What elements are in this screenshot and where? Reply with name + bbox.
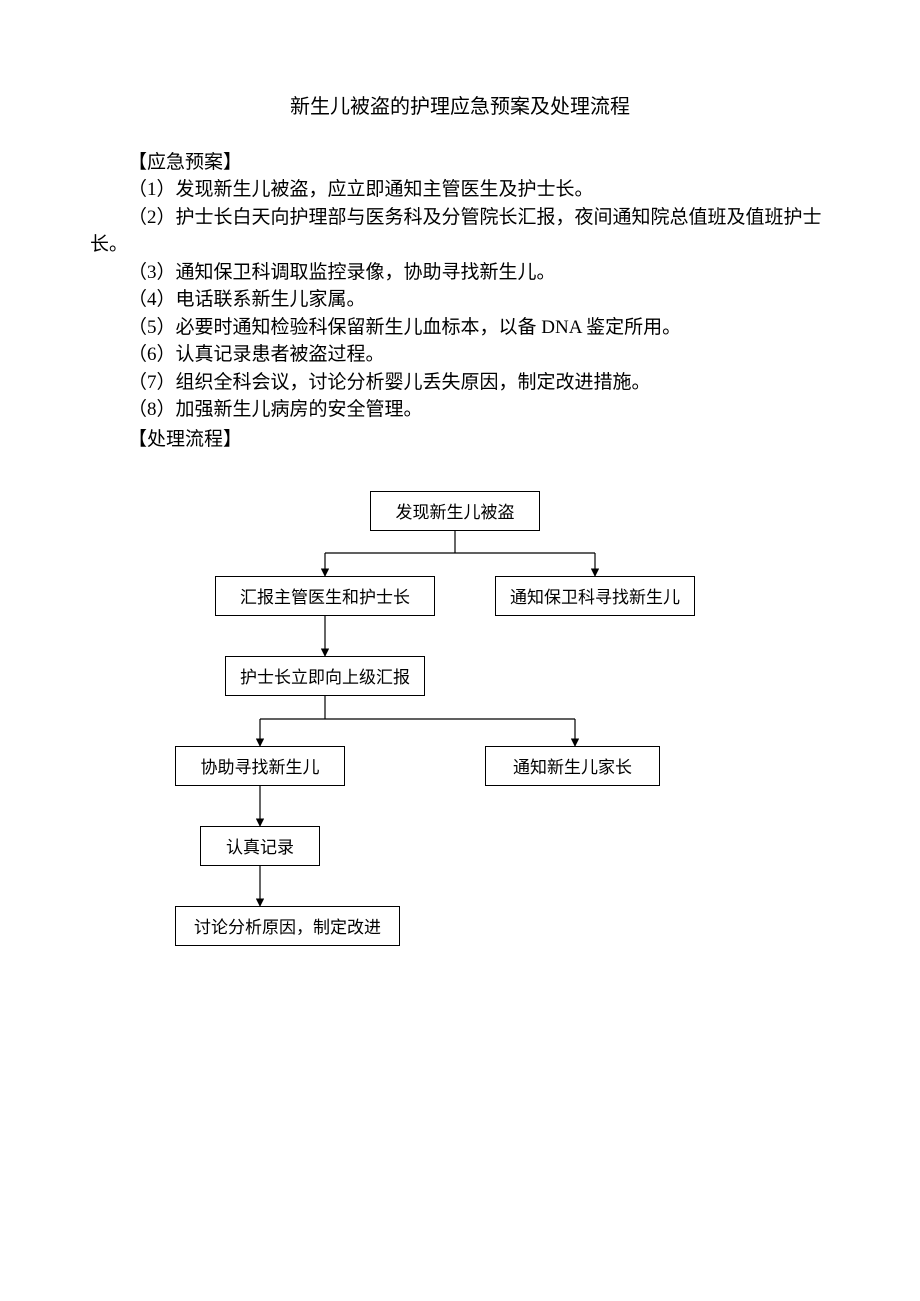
- flow-box-discover: 发现新生儿被盗: [370, 491, 540, 531]
- flow-box-assist-search: 协助寻找新生儿: [175, 746, 345, 786]
- plan-item-2: （2）护士长白天向护理部与医务科及分管院长汇报，夜间通知院总值班及值班护士长。: [90, 204, 830, 259]
- flow-box-report-doctor: 汇报主管医生和护士长: [215, 576, 435, 616]
- flow-box-analyze: 讨论分析原因，制定改进: [175, 906, 400, 946]
- section-label-emergency: 【应急预案】: [90, 147, 830, 174]
- flow-box-notify-parents: 通知新生儿家长: [485, 746, 660, 786]
- plan-item-6: （6）认真记录患者被盗过程。: [90, 341, 830, 369]
- flow-box-report-superior: 护士长立即向上级汇报: [225, 656, 425, 696]
- page-title: 新生儿被盗的护理应急预案及处理流程: [90, 90, 830, 119]
- plan-item-2-text: （2）护士长白天向护理部与医务科及分管院长汇报，夜间通知院总值班及值班护士长。: [90, 207, 822, 256]
- plan-item-4: （4）电话联系新生儿家属。: [90, 286, 830, 314]
- flowchart: 发现新生儿被盗 汇报主管医生和护士长 通知保卫科寻找新生儿 护士长立即向上级汇报…: [175, 491, 735, 1011]
- plan-item-5: （5）必要时通知检验科保留新生儿血标本，以备 DNA 鉴定所用。: [90, 314, 830, 342]
- plan-item-7: （7）组织全科会议，讨论分析婴儿丢失原因，制定改进措施。: [90, 369, 830, 397]
- section-label-flow: 【处理流程】: [90, 424, 830, 451]
- document-page: 新生儿被盗的护理应急预案及处理流程 【应急预案】 （1）发现新生儿被盗，应立即通…: [0, 0, 920, 1011]
- plan-item-3: （3）通知保卫科调取监控录像，协助寻找新生儿。: [90, 259, 830, 287]
- flow-box-notify-security: 通知保卫科寻找新生儿: [495, 576, 695, 616]
- plan-item-8: （8）加强新生儿病房的安全管理。: [90, 396, 830, 424]
- plan-item-1: （1）发现新生儿被盗，应立即通知主管医生及护士长。: [90, 176, 830, 204]
- flow-box-record: 认真记录: [200, 826, 320, 866]
